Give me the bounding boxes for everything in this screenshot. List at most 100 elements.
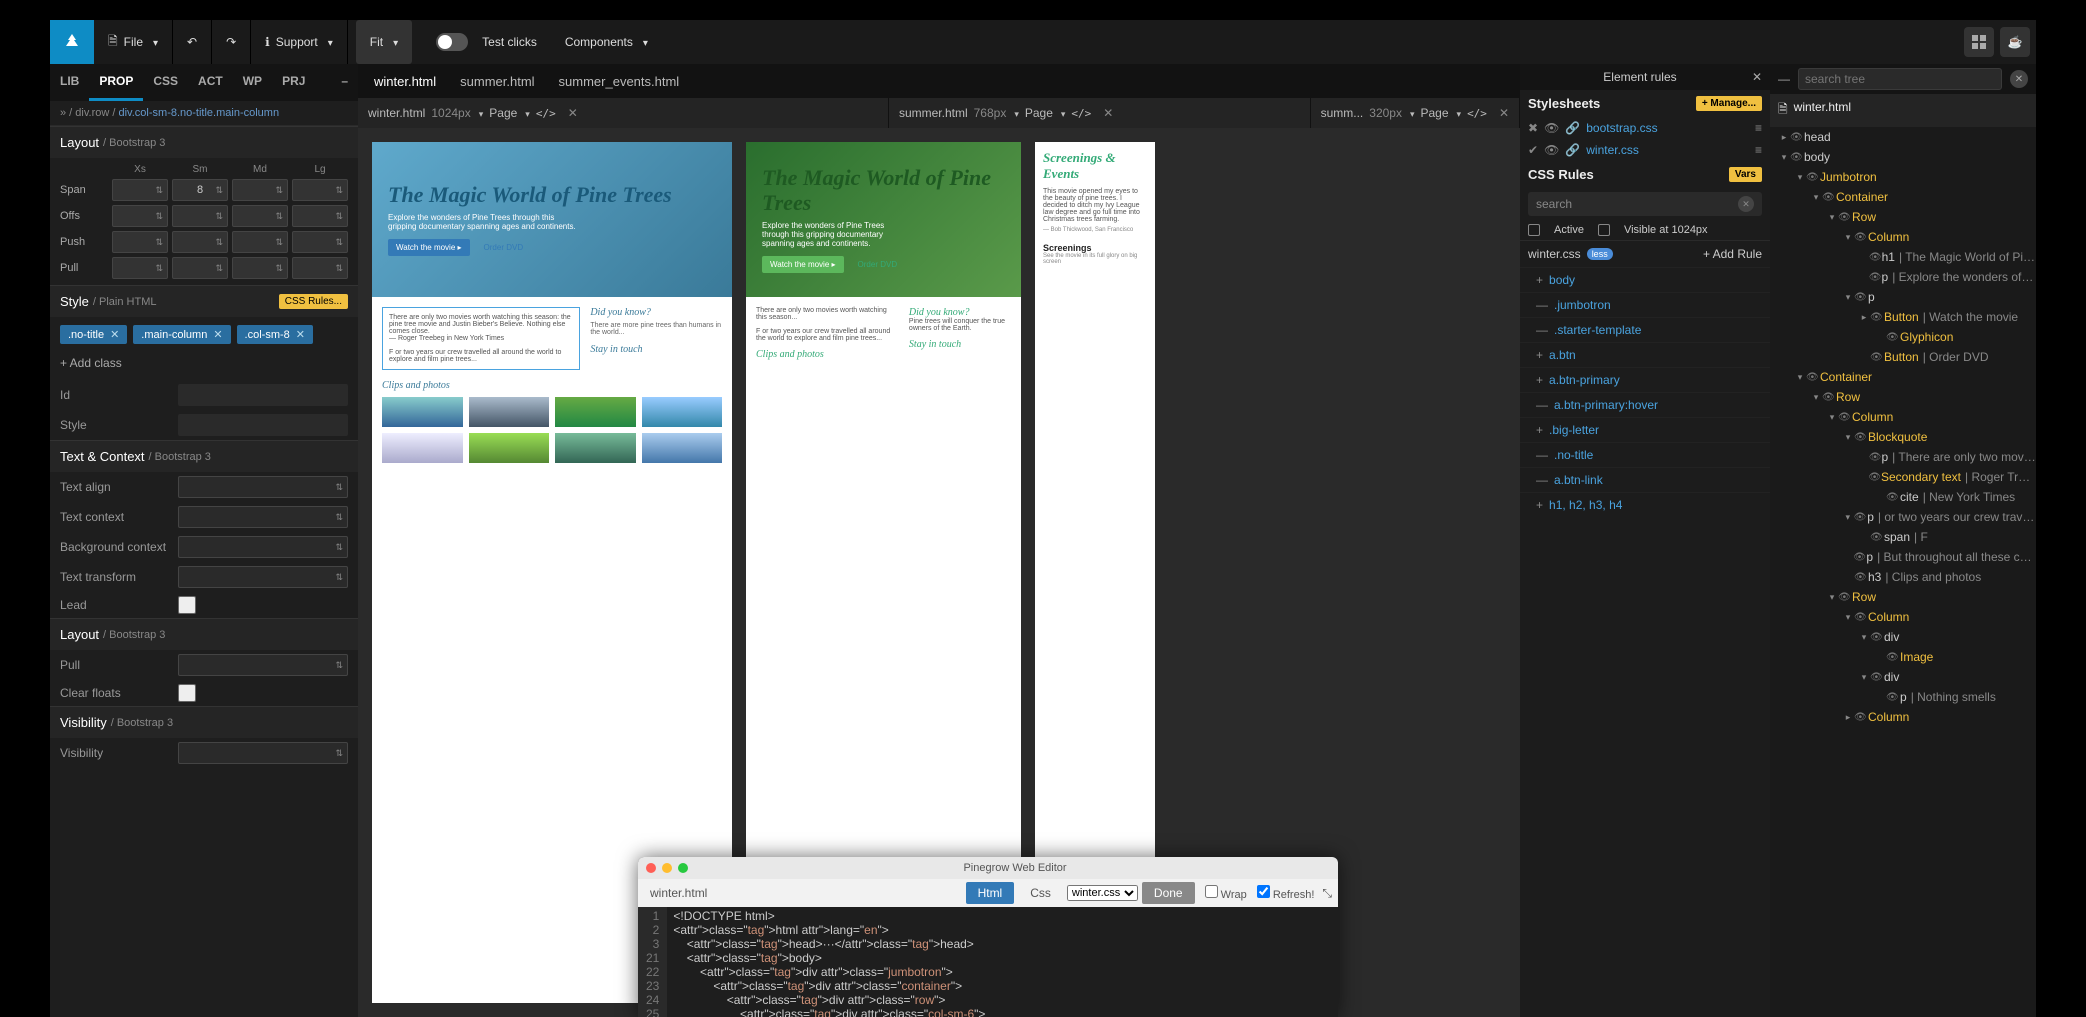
undo-button[interactable]: ↶ [173, 20, 212, 64]
tree-node[interactable]: 👁Image [1770, 647, 2036, 667]
tree-node[interactable]: ▸👁head [1770, 127, 2036, 147]
css-rules-button[interactable]: CSS Rules... [279, 294, 348, 309]
css-rule[interactable]: +h1, h2, h3, h4 [1520, 492, 1770, 517]
tree-node[interactable]: 👁p| Nothing smells [1770, 687, 2036, 707]
stylesheet-row[interactable]: ✖👁🔗bootstrap.css≡ [1520, 117, 1770, 139]
eye-icon[interactable]: 👁 [1854, 232, 1868, 243]
clear-search-icon[interactable]: ✕ [2010, 70, 2028, 88]
tree-node[interactable]: ▾👁Jumbotron [1770, 167, 2036, 187]
eye-icon[interactable]: 👁 [1822, 392, 1836, 403]
eye-icon[interactable]: 👁 [1854, 612, 1868, 623]
vars-button[interactable]: Vars [1729, 167, 1762, 182]
css-rule[interactable]: +a.btn-primary [1520, 367, 1770, 392]
view-tab[interactable]: summer.html768pxPage✕ [889, 98, 1311, 128]
eye-icon[interactable]: 👁 [1886, 652, 1900, 663]
watch-button[interactable]: Watch the movie ▸ [388, 239, 470, 256]
remove-icon[interactable]: ✕ [110, 328, 119, 341]
tree-node[interactable]: 👁h1| The Magic World of Pine ... [1770, 247, 2036, 267]
file-tab[interactable]: summer.html [460, 74, 534, 89]
rules-search[interactable]: search✕ [1528, 192, 1762, 216]
tree-node[interactable]: ▾👁Row [1770, 387, 2036, 407]
tree-node[interactable]: 👁Secondary text| Roger Treeb... [1770, 467, 2036, 487]
window-titlebar[interactable]: Pinegrow Web Editor [638, 857, 1338, 879]
fit-dropdown[interactable]: Fit [356, 20, 412, 64]
span-lg[interactable] [292, 179, 348, 201]
left-tab-act[interactable]: ACT [188, 64, 233, 101]
text-align-select[interactable] [178, 476, 348, 498]
tree-node[interactable]: 👁p| But throughout all these chang [1770, 547, 2036, 567]
tree-node[interactable]: ▸👁Column [1770, 707, 2036, 727]
css-rule[interactable]: +a.btn [1520, 342, 1770, 367]
tree-node[interactable]: 👁Button| Order DVD [1770, 347, 2036, 367]
stylesheet-row[interactable]: ✔👁🔗winter.css≡ [1520, 139, 1770, 161]
css-rule[interactable]: —.no-title [1520, 442, 1770, 467]
id-input[interactable] [178, 384, 348, 406]
components-menu[interactable]: Components [551, 20, 662, 64]
done-button[interactable]: Done [1142, 882, 1195, 904]
tree-node[interactable]: ▾👁Column [1770, 407, 2036, 427]
tree-node[interactable]: ▾👁p [1770, 287, 2036, 307]
class-chip[interactable]: .no-title✕ [60, 325, 127, 344]
support-menu[interactable]: ℹSupport [251, 20, 348, 64]
style-input[interactable] [178, 414, 348, 436]
order-button[interactable]: Order DVD [476, 239, 532, 256]
css-rule[interactable]: —.jumbotron [1520, 292, 1770, 317]
eye-icon[interactable]: 👁 [1854, 512, 1868, 523]
lead-checkbox[interactable] [178, 596, 196, 614]
wrap-checkbox[interactable]: Wrap [1205, 885, 1247, 901]
eye-icon[interactable]: 👁 [1869, 452, 1882, 463]
test-clicks-toggle[interactable]: Test clicks [422, 20, 551, 64]
tree-node[interactable]: ▾👁body [1770, 147, 2036, 167]
tree-node[interactable]: ▾👁div [1770, 627, 2036, 647]
coffee-button[interactable]: ☕ [2000, 27, 2030, 57]
tree-node[interactable]: ▾👁Container [1770, 187, 2036, 207]
class-chip[interactable]: .main-column✕ [133, 325, 230, 344]
tree-node[interactable]: 👁span| F [1770, 527, 2036, 547]
tree-node[interactable]: 👁cite| New York Times [1770, 487, 2036, 507]
html-tab[interactable]: Html [966, 882, 1015, 904]
watch-button[interactable]: Watch the movie ▸ [762, 256, 844, 273]
eye-icon[interactable]: 👁 [1886, 492, 1900, 503]
css-rule[interactable]: —a.btn-primary:hover [1520, 392, 1770, 417]
eye-icon[interactable]: 👁 [1870, 312, 1884, 323]
css-rule[interactable]: +.big-letter [1520, 417, 1770, 442]
eye-icon[interactable]: 👁 [1870, 532, 1884, 543]
eye-icon[interactable]: 👁 [1870, 632, 1884, 643]
left-tab-prj[interactable]: PRJ [272, 64, 315, 101]
eye-icon[interactable]: 👁 [1853, 552, 1866, 563]
left-tab-lib[interactable]: LIB [50, 64, 89, 101]
redo-button[interactable]: ↷ [212, 20, 251, 64]
css-rule[interactable]: +body [1520, 267, 1770, 292]
span-xs[interactable] [112, 179, 168, 201]
code-area[interactable]: 123212223242526 <!DOCTYPE html> <attr">c… [638, 907, 1338, 1017]
code-icon[interactable] [1071, 106, 1091, 120]
clear-icon[interactable]: ✕ [1738, 196, 1754, 212]
text-transform-select[interactable] [178, 566, 348, 588]
eye-icon[interactable]: 👁 [1838, 212, 1852, 223]
code-editor-window[interactable]: Pinegrow Web Editor winter.html Html Css… [638, 857, 1338, 1017]
css-rule[interactable]: —.starter-template [1520, 317, 1770, 342]
active-checkbox[interactable] [1528, 224, 1540, 236]
eye-icon[interactable]: 👁 [1790, 132, 1804, 143]
css-tab[interactable]: Css [1018, 882, 1063, 904]
tree-node[interactable]: 👁p| Explore the wonders of Pin... [1770, 267, 2036, 287]
eye-icon[interactable]: 👁 [1870, 672, 1884, 683]
close-icon[interactable]: ✕ [1752, 70, 1762, 84]
visibility-select[interactable] [178, 742, 348, 764]
left-tab-wp[interactable]: WP [233, 64, 272, 101]
eye-icon[interactable]: 👁 [1822, 192, 1836, 203]
eye-icon[interactable]: 👁 [1869, 272, 1882, 283]
manage-button[interactable]: + Manage... [1696, 96, 1762, 111]
menu-icon[interactable]: ≡ [1755, 143, 1762, 157]
breadcrumb[interactable]: » / div.row / div.col-sm-8.no-title.main… [50, 101, 358, 126]
file-menu[interactable]: 🗎File [94, 20, 173, 64]
eye-icon[interactable]: 👁 [1886, 332, 1900, 343]
eye-icon[interactable]: 👁 [1806, 372, 1820, 383]
code-icon[interactable] [1467, 106, 1487, 120]
minimize-icon[interactable]: — [1778, 72, 1790, 86]
eye-icon[interactable]: 👁 [1870, 352, 1884, 363]
add-class-button[interactable]: + Add class [50, 352, 358, 380]
eye-icon[interactable]: 👁 [1854, 572, 1868, 583]
pull-select[interactable] [178, 654, 348, 676]
tree-node[interactable]: ▾👁Blockquote [1770, 427, 2036, 447]
